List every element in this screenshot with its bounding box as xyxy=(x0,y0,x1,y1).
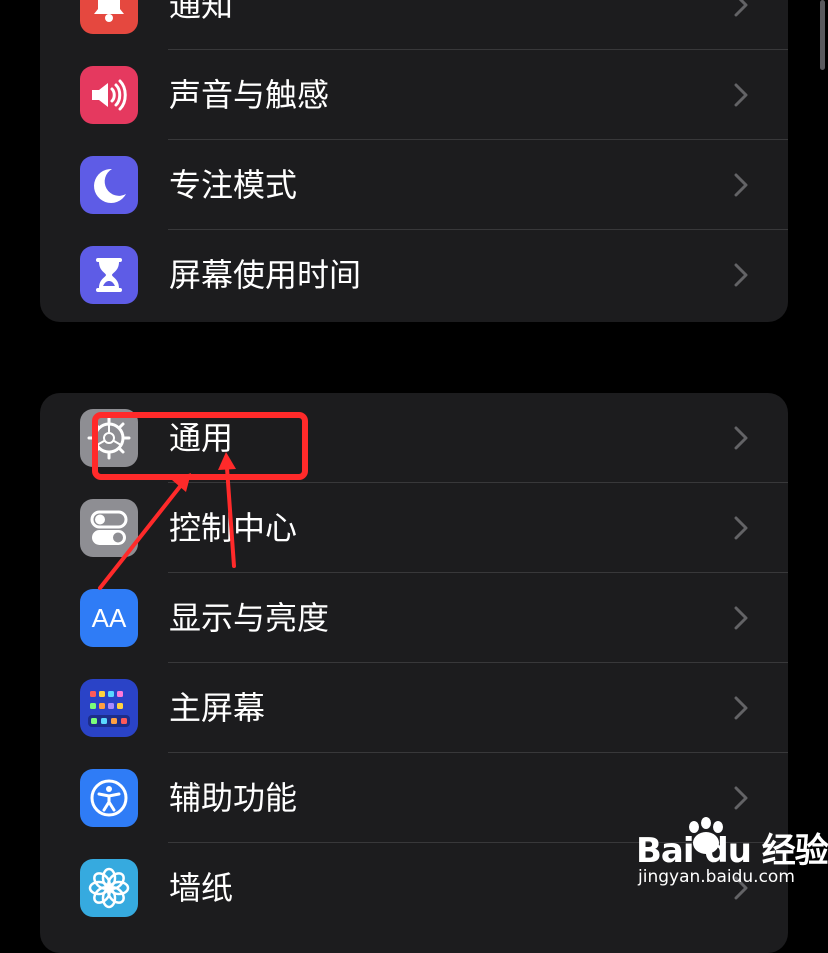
bell-icon xyxy=(80,0,138,34)
row-label: 辅助功能 xyxy=(169,779,298,817)
chevron-right-icon xyxy=(734,263,748,287)
row-control-center[interactable]: 控制中心 xyxy=(40,483,788,573)
chevron-right-icon xyxy=(734,786,748,810)
chevron-right-icon xyxy=(734,426,748,450)
row-label: 专注模式 xyxy=(169,166,298,204)
text-size-glyph: AA xyxy=(91,603,127,633)
row-label: 声音与触感 xyxy=(169,76,330,114)
row-general[interactable]: 通用 xyxy=(40,393,788,483)
row-label: 显示与亮度 xyxy=(169,599,330,637)
row-focus[interactable]: 专注模式 xyxy=(40,140,788,230)
row-sounds-haptics[interactable]: 声音与触感 xyxy=(40,50,788,140)
speaker-icon xyxy=(80,66,138,124)
row-label: 屏幕使用时间 xyxy=(169,256,362,294)
chevron-right-icon xyxy=(734,0,748,17)
home-grid-icon xyxy=(80,679,138,737)
row-notifications[interactable]: 通知 xyxy=(40,0,788,50)
accessibility-icon xyxy=(80,769,138,827)
row-screen-time[interactable]: 屏幕使用时间 xyxy=(40,230,788,320)
row-label: 通用 xyxy=(169,419,234,457)
wallpaper-flower-icon xyxy=(80,859,138,917)
watermark-url: jingyan.baidu.com xyxy=(638,867,795,887)
row-home-screen[interactable]: 主屏幕 xyxy=(40,663,788,753)
chevron-right-icon xyxy=(734,516,748,540)
row-label: 墙纸 xyxy=(169,869,234,907)
chevron-right-icon xyxy=(734,606,748,630)
chevron-right-icon xyxy=(734,696,748,720)
baidu-jingyan-watermark: Bai du 经验 jingyan.baidu.com xyxy=(632,815,828,906)
chevron-right-icon xyxy=(734,83,748,107)
row-display-brightness[interactable]: AA 显示与亮度 xyxy=(40,573,788,663)
text-size-icon: AA xyxy=(80,589,138,647)
row-label: 控制中心 xyxy=(169,509,298,547)
chevron-right-icon xyxy=(734,173,748,197)
row-label: 通知 xyxy=(169,0,234,24)
settings-group-1: 通知 声音与触感 专注模式 屏幕使用时间 xyxy=(40,0,788,322)
scrollbar[interactable] xyxy=(820,0,825,70)
row-label: 主屏幕 xyxy=(169,689,266,727)
hourglass-icon xyxy=(80,246,138,304)
toggles-icon xyxy=(80,499,138,557)
gear-icon xyxy=(80,409,138,467)
moon-icon xyxy=(80,156,138,214)
